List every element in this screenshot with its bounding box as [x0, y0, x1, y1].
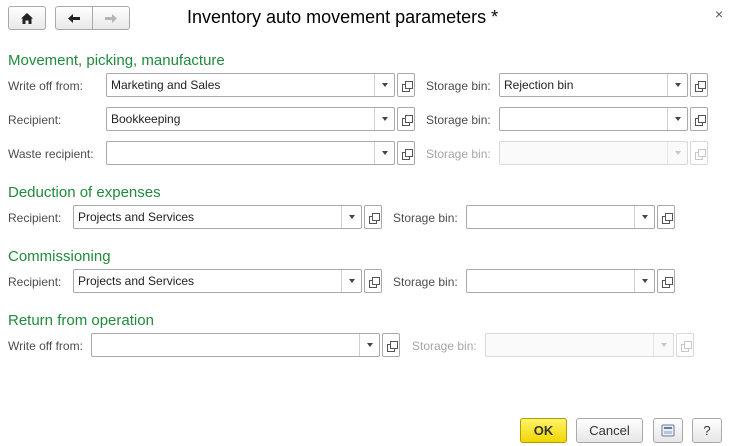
return-write-off-field[interactable] [91, 333, 380, 357]
deduction-bin-field[interactable] [466, 205, 655, 229]
chevron-down-icon [653, 334, 673, 356]
commissioning-recipient-open-button[interactable] [364, 269, 382, 293]
return-bin-label: Storage bin: [412, 339, 477, 353]
recipient-open-button[interactable] [397, 107, 415, 131]
open-form-icon [368, 212, 380, 224]
open-form-icon [401, 80, 413, 92]
deduction-recipient-open-button[interactable] [364, 205, 382, 229]
settings-icon [661, 424, 675, 437]
write-off-bin-label: Storage bin: [426, 79, 491, 93]
section-deduction-heading: Deduction of expenses [8, 184, 161, 201]
arrow-right-icon [105, 13, 117, 23]
cancel-button[interactable]: Cancel [576, 418, 643, 443]
recipient-value: Bookkeeping [111, 112, 181, 126]
recipient-bin-label: Storage bin: [426, 113, 491, 127]
commissioning-bin-open-button[interactable] [657, 269, 675, 293]
section-movement-heading: Movement, picking, manufacture [8, 52, 225, 69]
chevron-down-icon[interactable] [667, 74, 687, 96]
open-form-icon [401, 148, 413, 160]
commissioning-recipient-field[interactable]: Projects and Services [73, 269, 362, 293]
open-form-icon [680, 340, 692, 352]
home-button[interactable] [8, 6, 46, 30]
waste-recipient-field[interactable] [106, 141, 395, 165]
chevron-down-icon[interactable] [634, 206, 654, 228]
open-form-icon [694, 80, 706, 92]
write-off-from-open-button[interactable] [397, 73, 415, 97]
open-form-icon [368, 276, 380, 288]
write-off-bin-field[interactable]: Rejection bin [499, 73, 688, 97]
open-form-icon [401, 114, 413, 126]
waste-recipient-open-button[interactable] [397, 141, 415, 165]
write-off-bin-value: Rejection bin [504, 78, 574, 92]
recipient-field[interactable]: Bookkeeping [106, 107, 395, 131]
window-title: Inventory auto movement parameters * [187, 7, 499, 27]
waste-bin-field [499, 141, 688, 165]
section-commissioning-heading: Commissioning [8, 248, 111, 265]
deduction-recipient-label: Recipient: [8, 211, 62, 225]
deduction-recipient-field[interactable]: Projects and Services [73, 205, 362, 229]
write-off-from-field[interactable]: Marketing and Sales [106, 73, 395, 97]
commissioning-bin-label: Storage bin: [393, 275, 458, 289]
recipient-bin-open-button[interactable] [690, 107, 708, 131]
write-off-from-value: Marketing and Sales [111, 78, 221, 92]
ok-button[interactable]: OK [520, 418, 567, 443]
home-icon [21, 12, 33, 24]
more-actions-button[interactable] [653, 418, 683, 443]
commissioning-bin-field[interactable] [466, 269, 655, 293]
chevron-down-icon[interactable] [341, 270, 361, 292]
help-button[interactable]: ? [692, 418, 722, 443]
back-button[interactable] [55, 6, 93, 30]
open-form-icon [386, 340, 398, 352]
deduction-recipient-value: Projects and Services [78, 210, 195, 224]
chevron-down-icon[interactable] [374, 142, 394, 164]
waste-bin-open-button [690, 141, 708, 165]
waste-bin-label: Storage bin: [426, 147, 491, 161]
write-off-from-label: Write off from: [8, 79, 83, 93]
commissioning-recipient-value: Projects and Services [78, 274, 195, 288]
chevron-down-icon[interactable] [341, 206, 361, 228]
chevron-down-icon[interactable] [374, 74, 394, 96]
open-form-icon [661, 276, 673, 288]
arrow-left-icon [68, 13, 80, 23]
waste-recipient-label: Waste recipient: [8, 147, 94, 161]
forward-button[interactable] [92, 6, 130, 30]
recipient-bin-field[interactable] [499, 107, 688, 131]
write-off-bin-open-button[interactable] [690, 73, 708, 97]
chevron-down-icon [667, 142, 687, 164]
commissioning-recipient-label: Recipient: [8, 275, 62, 289]
open-form-icon [661, 212, 673, 224]
open-form-icon [694, 148, 706, 160]
section-return-heading: Return from operation [8, 312, 154, 329]
chevron-down-icon[interactable] [634, 270, 654, 292]
return-write-off-open-button[interactable] [382, 333, 400, 357]
chevron-down-icon[interactable] [359, 334, 379, 356]
chevron-down-icon[interactable] [374, 108, 394, 130]
open-form-icon [694, 114, 706, 126]
return-write-off-label: Write off from: [8, 339, 83, 353]
chevron-down-icon[interactable] [667, 108, 687, 130]
recipient-label: Recipient: [8, 113, 62, 127]
deduction-bin-open-button[interactable] [657, 205, 675, 229]
return-bin-open-button [676, 333, 694, 357]
close-icon[interactable]: × [715, 6, 723, 22]
return-bin-field [485, 333, 674, 357]
deduction-bin-label: Storage bin: [393, 211, 458, 225]
